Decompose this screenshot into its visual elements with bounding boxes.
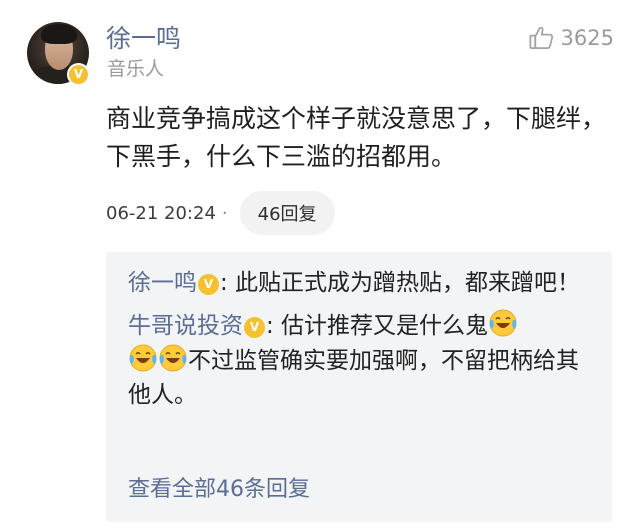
view-all-replies-link[interactable]: 查看全部46条回复 [128, 471, 310, 503]
reply-text-part1: 估计推荐又是什么鬼 [273, 313, 489, 339]
author-role: 音乐人 [107, 58, 165, 80]
thumbs-up-icon [529, 26, 553, 49]
laugh-cry-emoji-icon [159, 344, 187, 372]
verified-badge-icon: V [67, 63, 90, 86]
verified-badge-icon: V [244, 317, 265, 338]
like-count: 3625 [560, 25, 614, 50]
reply-colon: : [220, 270, 228, 296]
reply-text: 此贴正式成为蹭热贴，都来蹭吧！ [227, 270, 581, 296]
reply-text-part2: 不过监管确实要加强啊，不留把柄给其他人。 [128, 348, 579, 408]
reply-colon: : [266, 313, 274, 339]
comment-meta: 06-21 20:24 · 46回复 [106, 191, 335, 235]
laugh-cry-emoji-icon [489, 309, 517, 337]
comment-timestamp: 06-21 20:24 [106, 202, 216, 224]
reply-author[interactable]: 徐一鸣 [128, 270, 197, 296]
avatar-hair [41, 24, 77, 44]
laugh-cry-emoji-icon [129, 344, 157, 372]
meta-separator: · [221, 202, 228, 224]
reply-author[interactable]: 牛哥说投资 [128, 313, 243, 339]
comment-author[interactable]: 徐一鸣 [106, 22, 181, 56]
comment-text: 商业竞争搞成这个样子就没意思了，下腿绊，下黑手，什么下三滥的招都用。 [106, 104, 607, 171]
like-button[interactable]: 3625 [528, 24, 614, 51]
reply-item[interactable]: 徐一鸣 V: 此贴正式成为蹭热贴，都来蹭吧！ [128, 266, 598, 300]
verified-badge-icon: V [198, 274, 219, 295]
reply-count-button[interactable]: 46回复 [239, 191, 335, 235]
reply-item[interactable]: 牛哥说投资 V: 估计推荐又是什么鬼 不过监管确实要加强啊，不留把柄给其他人。 [128, 308, 598, 412]
replies-panel: 徐一鸣 V: 此贴正式成为蹭热贴，都来蹭吧！ 牛哥说投资 V: 估计推荐又是什么鬼 [106, 252, 612, 522]
